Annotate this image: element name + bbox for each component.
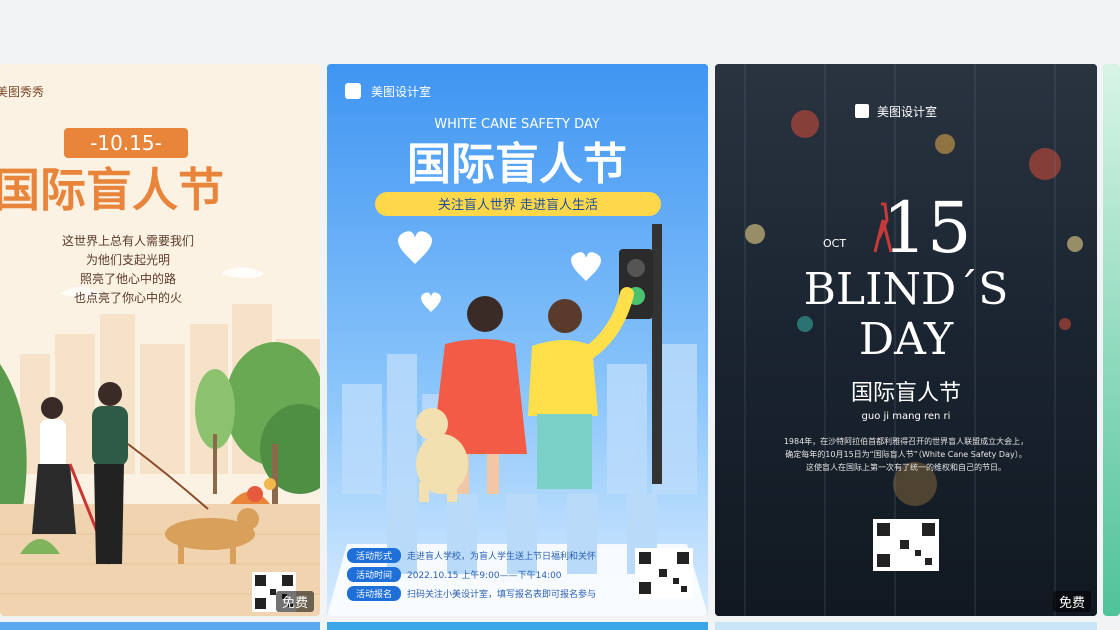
subtitle-en: WHITE CANE SAFETY DAY (434, 117, 600, 132)
brand-label: 美图设计室 (877, 104, 937, 119)
top-bar (0, 0, 1120, 62)
poster-art: 美图设计室 OCT 15 BLIND´S DAY 国际盲人节 guo ji ma… (715, 64, 1097, 616)
heading-line-2: DAY (859, 314, 954, 365)
poem-line-2: 为他们支起光明 (86, 252, 170, 267)
template-card-4-partial[interactable] (1103, 64, 1120, 616)
poem-line-4: 也点亮了你心中的火 (74, 290, 182, 305)
poster-art: 美图设计室 WHITE CANE SAFETY DAY 国际盲人节 关注盲人世界… (327, 64, 708, 616)
poem-line-3: 照亮了他心中的路 (80, 271, 176, 286)
month-label: OCT (823, 237, 846, 250)
info-label-1: 活动形式 (356, 550, 392, 562)
poem-line-1: 这世界上总有人需要我们 (62, 233, 194, 248)
template-card-3[interactable]: 美图设计室 OCT 15 BLIND´S DAY 国际盲人节 guo ji ma… (715, 64, 1097, 616)
pinyin-line: guo ji mang ren ri (862, 411, 951, 422)
free-badge: 免费 (1052, 591, 1091, 612)
next-row-card-1[interactable] (0, 622, 320, 630)
paragraph-line-2: 确定每年的10月15日为“国际盲人节”（White Cane Safety Da… (785, 449, 1026, 459)
info-value-3: 扫码关注小美设计室，填写报名表即可报名参与 (407, 588, 596, 600)
poster-art: 美图秀秀 -10.15- 国际盲人节 这世界上总有人需要我们 为他们支起光明 照… (0, 64, 320, 616)
info-label-2: 活动时间 (356, 569, 392, 581)
poster-title: 国际盲人节 (851, 381, 961, 406)
day-number: 15 (882, 187, 971, 269)
paragraph-line-1: 1984年，在沙特阿拉伯首都利雅得召开的世界盲人联盟成立大会上， (784, 436, 1028, 446)
brand-label: 美图设计室 (371, 84, 431, 99)
date-tag: -10.15- (90, 131, 162, 155)
brand-label: 美图秀秀 (0, 85, 44, 99)
free-badge: 免费 (275, 591, 314, 612)
template-card-1[interactable]: 美图秀秀 -10.15- 国际盲人节 这世界上总有人需要我们 为他们支起光明 照… (0, 64, 320, 616)
next-row-card-3[interactable] (715, 622, 1097, 630)
info-value-1: 走进盲人学校，为盲人学生送上节日福利和关怀 (407, 550, 596, 562)
paragraph-line-3: 这使盲人在国际上第一次有了统一的维权和自己的节日。 (806, 462, 1006, 472)
poster-title: 国际盲人节 (0, 163, 224, 217)
poster-title: 国际盲人节 (407, 139, 627, 190)
next-row-card-2[interactable] (327, 622, 708, 630)
info-label-3: 活动报名 (356, 588, 392, 600)
template-card-2[interactable]: 美图设计室 WHITE CANE SAFETY DAY 国际盲人节 关注盲人世界… (327, 64, 708, 616)
info-value-2: 2022.10.15 上午9:00——下午14:00 (407, 569, 562, 581)
heading-line-1: BLIND´S (804, 264, 1009, 315)
banner-text: 关注盲人世界 走进盲人生活 (438, 197, 598, 213)
